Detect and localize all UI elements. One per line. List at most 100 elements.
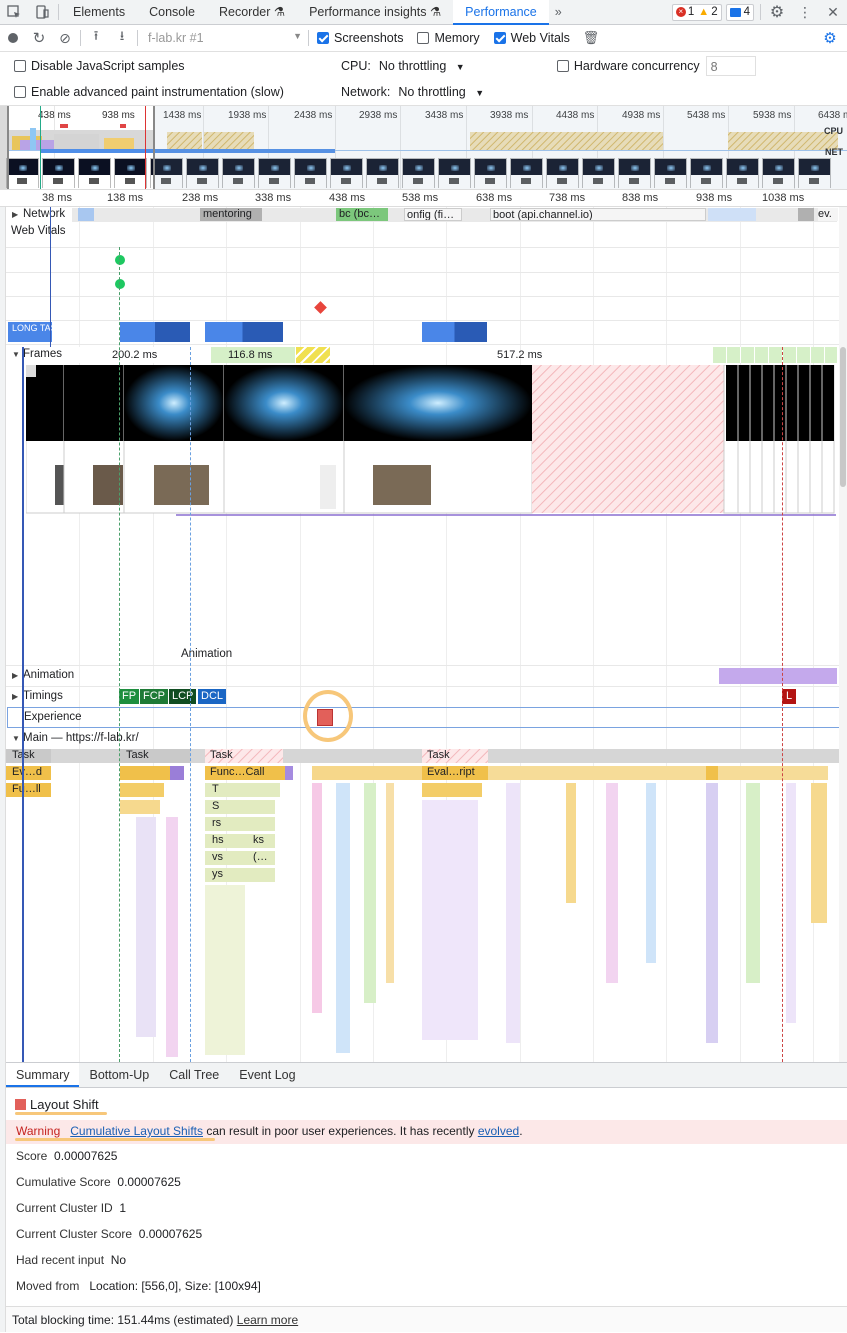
profile-select[interactable]: f-lab.kr #1 ▼ <box>140 31 306 45</box>
network-throttling-value: No throttling <box>398 85 466 99</box>
stack-frame[interactable]: ys <box>212 868 223 880</box>
frame-blocks[interactable] <box>713 347 837 363</box>
error-icon: × <box>675 7 686 17</box>
selection-handle-right[interactable] <box>153 106 155 189</box>
fp-marker[interactable]: FP <box>119 689 140 704</box>
tab-performance[interactable]: Performance <box>453 0 549 25</box>
error-count: 1 <box>687 6 695 18</box>
devtools-tabbar: Elements Console Recorder ⚗ Performance … <box>0 0 847 25</box>
filmstrip-thumbnail[interactable] <box>42 158 75 189</box>
load-marker[interactable]: L <box>782 689 797 704</box>
selection-handle-left[interactable] <box>7 106 9 189</box>
separator <box>308 30 309 46</box>
screenshots-checkbox[interactable]: Screenshots <box>317 31 403 45</box>
fcp-marker[interactable]: FCP <box>140 689 168 704</box>
animation-bar[interactable] <box>719 668 837 684</box>
ruler-tick: 638 ms <box>476 192 513 204</box>
filmstrip-thumbnail[interactable] <box>114 158 147 189</box>
clear-icon[interactable]: ⊘ <box>52 30 78 47</box>
tab-performance-insights[interactable]: Performance insights ⚗ <box>297 0 453 25</box>
kebab-menu-icon[interactable]: ⋮ <box>791 0 819 25</box>
more-tabs-button[interactable]: » <box>549 0 568 25</box>
tab-summary[interactable]: Summary <box>6 1063 80 1087</box>
gear-icon[interactable]: ⚙ <box>763 0 791 25</box>
tab-console[interactable]: Console <box>137 0 207 25</box>
capture-settings-gear-icon[interactable]: ⚙ <box>817 29 843 47</box>
cls-docs-link[interactable]: Cumulative Layout Shifts <box>70 1124 203 1138</box>
partial-frame-block[interactable] <box>296 347 330 363</box>
long-task-bar[interactable] <box>422 322 487 342</box>
experience-track[interactable] <box>7 707 840 728</box>
tab-elements[interactable]: Elements <box>61 0 137 25</box>
upload-icon[interactable]: ⭱ <box>83 27 109 49</box>
advanced-paint-checkbox[interactable]: Enable advanced paint instrumentation (s… <box>14 85 339 99</box>
filmstrip-thumbnail[interactable] <box>6 158 39 189</box>
lcp-vital-marker[interactable] <box>115 279 125 289</box>
message-icon <box>729 7 741 17</box>
task-label[interactable]: Task <box>126 749 149 761</box>
network-request[interactable] <box>78 208 94 221</box>
record-icon[interactable] <box>0 31 26 46</box>
tab-recorder[interactable]: Recorder ⚗ <box>207 0 297 25</box>
hardware-concurrency-input[interactable]: 8 <box>705 55 756 76</box>
hardware-concurrency-checkbox[interactable]: Hardware concurrency <box>556 59 700 73</box>
caret-down-icon: ▼ <box>475 88 485 98</box>
fcp-vital-marker[interactable] <box>115 255 125 265</box>
network-request[interactable]: ev. <box>818 208 838 221</box>
stack-frame[interactable]: T <box>212 783 219 795</box>
stack-frame[interactable]: S <box>212 800 219 812</box>
long-task-bar[interactable] <box>120 322 190 342</box>
download-icon[interactable]: ⭳ <box>109 27 135 49</box>
disable-js-samples-checkbox[interactable]: Disable JavaScript samples <box>14 59 339 73</box>
tab-call-tree[interactable]: Call Tree <box>159 1063 229 1087</box>
network-track-label[interactable]: ▶ Network <box>12 208 65 220</box>
event-label[interactable]: Fu…ll <box>12 783 41 795</box>
task-label[interactable]: Task <box>427 749 450 761</box>
messages-badge[interactable]: 4 <box>725 3 754 21</box>
ruler-tick: 1038 ms <box>762 192 805 204</box>
network-request[interactable]: bc (bc… <box>336 208 388 221</box>
device-toolbar-icon[interactable] <box>28 0 56 25</box>
network-request[interactable]: boot (api.channel.io) <box>490 208 706 221</box>
event-label[interactable]: Func…Call <box>210 766 264 778</box>
network-request[interactable]: mentoring <box>200 208 262 221</box>
scrollbar-thumb[interactable] <box>840 347 846 487</box>
stack-frame[interactable]: vs <box>212 851 223 863</box>
stack-frame[interactable]: ks <box>253 834 264 846</box>
webvitals-checkbox[interactable]: Web Vitals <box>493 31 570 45</box>
expand-arrow-icon: ▶ <box>12 692 19 701</box>
stack-frame[interactable]: hs <box>212 834 224 846</box>
close-icon[interactable]: ✕ <box>819 0 847 25</box>
network-request[interactable] <box>798 208 814 221</box>
dcl-marker[interactable]: DCL <box>198 689 227 704</box>
reload-icon[interactable]: ↻ <box>26 29 52 47</box>
lcp-marker[interactable]: LCP <box>169 689 197 704</box>
task-label[interactable]: Task <box>210 749 233 761</box>
network-throttling-select[interactable]: No throttling ▼ <box>398 85 484 99</box>
timings-track-label[interactable]: ▶ Timings <box>12 690 63 702</box>
event-label[interactable]: Ev…d <box>12 766 42 778</box>
frames-track-label[interactable]: ▼ Frames <box>12 348 62 360</box>
learn-more-link[interactable]: Learn more <box>237 1313 298 1327</box>
network-request[interactable] <box>708 208 756 221</box>
stack-frame[interactable]: (… <box>253 851 268 863</box>
tab-event-log[interactable]: Event Log <box>229 1063 305 1087</box>
cls-vital-marker[interactable] <box>314 301 327 314</box>
trash-icon[interactable]: 🗑 <box>578 30 604 46</box>
timeline-overview[interactable]: 438 ms 938 ms 1438 ms 1938 ms 2438 ms 29… <box>0 106 847 190</box>
filmstrip-thumbnail[interactable] <box>78 158 111 189</box>
inspect-element-icon[interactable] <box>0 0 28 25</box>
long-task-bar[interactable] <box>205 322 283 342</box>
checkbox-unchecked-icon <box>14 86 26 98</box>
event-label[interactable]: Eval…ript <box>427 766 475 778</box>
marker-line <box>145 106 146 189</box>
issues-badge[interactable]: × 1 ▲ 2 <box>671 3 722 21</box>
stack-frame[interactable]: rs <box>212 817 221 829</box>
flame-chart[interactable]: ▶ Network mentoring bc (bc… onfig (fi… bo… <box>0 207 847 1062</box>
flame-scrollbar[interactable] <box>839 207 847 1062</box>
tab-bottom-up[interactable]: Bottom-Up <box>79 1063 159 1087</box>
memory-checkbox[interactable]: Memory <box>417 31 480 45</box>
cpu-throttling-select[interactable]: No throttling ▼ <box>379 59 557 73</box>
network-request[interactable]: onfig (fi… <box>404 208 462 221</box>
evolved-link[interactable]: evolved <box>478 1124 519 1138</box>
